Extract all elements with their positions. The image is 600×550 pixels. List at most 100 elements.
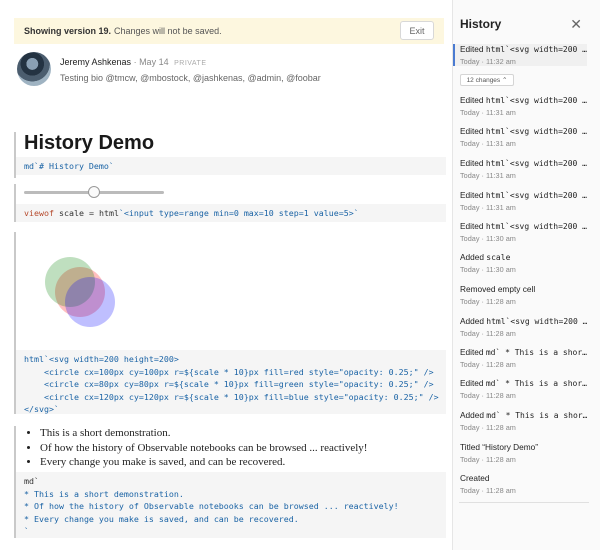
changes-toggle-button[interactable]: 12 changes ⌃: [460, 74, 514, 86]
history-item-label: Edited html`<svg width=200 …: [460, 190, 587, 200]
version-banner: Showing version 19. Changes will not be …: [14, 18, 444, 44]
author-name[interactable]: Jeremy Ashkenas: [60, 57, 131, 67]
history-item-label: Added scale: [460, 252, 587, 262]
history-item-action: Edited: [460, 126, 486, 136]
viewof-name: scale =: [53, 208, 99, 218]
history-item[interactable]: Edited md` * This is a shor… Today · 11:2…: [453, 378, 587, 400]
md-code-line-1: md`: [24, 476, 39, 486]
history-item-label: Edited html`<svg width=200 …: [460, 126, 587, 136]
history-item-label: Created: [460, 473, 587, 483]
close-icon[interactable]: ✕: [570, 16, 582, 33]
cell-title-code[interactable]: md`# History Demo`: [16, 157, 446, 175]
list-item: This is a short demonstration.: [40, 426, 367, 441]
history-item[interactable]: Edited html`<svg width=200 … Today · 11:3…: [453, 221, 587, 243]
slider-thumb[interactable]: [88, 186, 100, 198]
history-item-label: Edited md` * This is a shor…: [460, 347, 587, 357]
history-item-action: Edited: [460, 347, 486, 357]
history-item[interactable]: Edited html`<svg width=200 … Today · 11:3…: [453, 44, 587, 66]
circle-blue: [65, 277, 115, 327]
history-item-label: Edited md` * This is a shor…: [460, 378, 587, 388]
history-item-action: Edited: [460, 190, 486, 200]
markdown-list-output: This is a short demonstration. Of how th…: [40, 426, 367, 470]
list-item: Of how the history of Observable noteboo…: [40, 441, 367, 456]
history-item-time: Today · 11:31 am: [460, 203, 516, 212]
history-item[interactable]: Added md` * This is a shor… Today · 11:28…: [453, 410, 587, 432]
cell-markdown[interactable]: This is a short demonstration. Of how th…: [14, 426, 446, 538]
app: Showing version 19. Changes will not be …: [0, 0, 600, 550]
svg-code-line-5: </svg>`: [24, 404, 59, 414]
history-item-action: Edited: [460, 221, 486, 231]
history-item[interactable]: Edited html`<svg width=200 … Today · 11:3…: [453, 95, 587, 117]
avatar[interactable]: [17, 52, 51, 86]
exit-button[interactable]: Exit: [400, 21, 434, 40]
history-item-code: md` * This is a shor…: [485, 379, 587, 388]
history-item-time: Today · 11:28 am: [460, 360, 516, 369]
history-item[interactable]: Created Today · 11:28 am: [453, 473, 587, 495]
history-item-time: Today · 11:31 am: [460, 139, 516, 148]
viewof-fn: html: [98, 208, 119, 218]
history-item-time: Today · 11:28 am: [460, 329, 516, 338]
history-item[interactable]: Added html`<svg width=200 … Today · 11:28…: [453, 316, 587, 338]
history-item-code: html`<svg width=200 …: [485, 222, 587, 231]
history-item[interactable]: Added scale Today · 11:30 am: [453, 252, 587, 274]
version-note: Changes will not be saved.: [114, 26, 222, 36]
history-item-time: Today · 11:28 am: [460, 391, 516, 400]
history-item-label: Edited html`<svg width=200 …: [460, 95, 587, 105]
history-item-code: html`<svg width=200 …: [485, 191, 587, 200]
list-item: Every change you make is saved, and can …: [40, 455, 367, 470]
version-text: Showing version 19.: [24, 26, 112, 36]
history-item-time: Today · 11:28 am: [460, 297, 516, 306]
viewof-keyword: viewof: [24, 208, 54, 218]
cell-markdown-code[interactable]: md` * This is a short demonstration. * Of …: [16, 472, 446, 538]
history-item-action: Added: [460, 316, 487, 326]
history-item-time: Today · 11:28 am: [460, 486, 516, 495]
history-item[interactable]: Removed empty cell Today · 11:28 am: [453, 284, 587, 306]
history-item-label: Edited html`<svg width=200 …: [460, 158, 587, 168]
cell-slider-code[interactable]: viewof scale = html`<input type=range mi…: [16, 204, 446, 222]
history-item-code: html`<svg width=200 …: [485, 159, 587, 168]
history-item-label: Added html`<svg width=200 …: [460, 316, 587, 326]
history-title: History: [460, 17, 502, 31]
history-item-time: Today · 11:28 am: [460, 455, 516, 464]
history-item-code: md` * This is a shor…: [486, 411, 587, 420]
history-item[interactable]: Edited html`<svg width=200 … Today · 11:3…: [453, 158, 587, 180]
svg-code-line-1: html`<svg width=200 height=200>: [24, 354, 179, 364]
author-byline: Jeremy Ashkenas · May 14 PRIVATE Testing…: [17, 52, 321, 86]
private-badge: PRIVATE: [174, 60, 207, 67]
history-item-label: Removed empty cell: [460, 284, 587, 294]
history-item-code: scale: [486, 253, 511, 262]
history-item-action: Edited: [460, 95, 486, 105]
cell-slider[interactable]: viewof scale = html`<input type=range mi…: [14, 184, 446, 222]
history-list-end-divider: [459, 502, 589, 503]
history-item-action: Added: [460, 252, 487, 262]
history-item-action: Edited: [460, 378, 486, 388]
history-item[interactable]: Edited html`<svg width=200 … Today · 11:3…: [453, 190, 587, 212]
history-item-label: Edited html`<svg width=200 …: [460, 221, 587, 231]
history-item-code: md` * This is a shor…: [485, 348, 587, 357]
author-date: May 14: [139, 57, 169, 67]
history-item-code: html`<svg width=200 …: [486, 317, 587, 326]
history-item-action: Edited: [460, 44, 486, 54]
history-item-time: Today · 11:31 am: [460, 108, 516, 117]
svg-code-line-4: <circle cx=120px cy=120px r=${scale * 10…: [24, 391, 439, 402]
cell-svg[interactable]: html`<svg width=200 height=200> <circle …: [14, 232, 446, 414]
history-item-action: Created: [460, 473, 490, 483]
svg-code-line-3: <circle cx=80px cy=80px r=${scale * 10}p…: [24, 379, 434, 389]
history-item-time: Today · 11:30 am: [460, 265, 516, 274]
history-item[interactable]: Edited html`<svg width=200 … Today · 11:3…: [453, 126, 587, 148]
history-item-time: Today · 11:32 am: [460, 57, 516, 66]
history-item-action: Added: [460, 410, 487, 420]
author-info: Jeremy Ashkenas · May 14 PRIVATE Testing…: [60, 55, 321, 85]
history-item[interactable]: Edited md` * This is a shor… Today · 11:2…: [453, 347, 587, 369]
scale-slider[interactable]: [24, 186, 164, 198]
viewof-string: `<input type=range min=0 max=10 step=1 v…: [118, 208, 359, 218]
history-item-label: Added md` * This is a shor…: [460, 410, 587, 420]
circles-output: [45, 257, 115, 327]
history-item-time: Today · 11:30 am: [460, 234, 516, 243]
md-code-line-2: * This is a short demonstration.: [24, 488, 184, 499]
cell-svg-code[interactable]: html`<svg width=200 height=200> <circle …: [16, 350, 446, 414]
history-item[interactable]: Titled “History Demo” Today · 11:28 am: [453, 442, 587, 464]
history-item-time: Today · 11:28 am: [460, 423, 516, 432]
history-item-label: Edited html`<svg width=200 …: [460, 44, 587, 54]
cell-title[interactable]: History Demo md`# History Demo`: [14, 132, 446, 178]
